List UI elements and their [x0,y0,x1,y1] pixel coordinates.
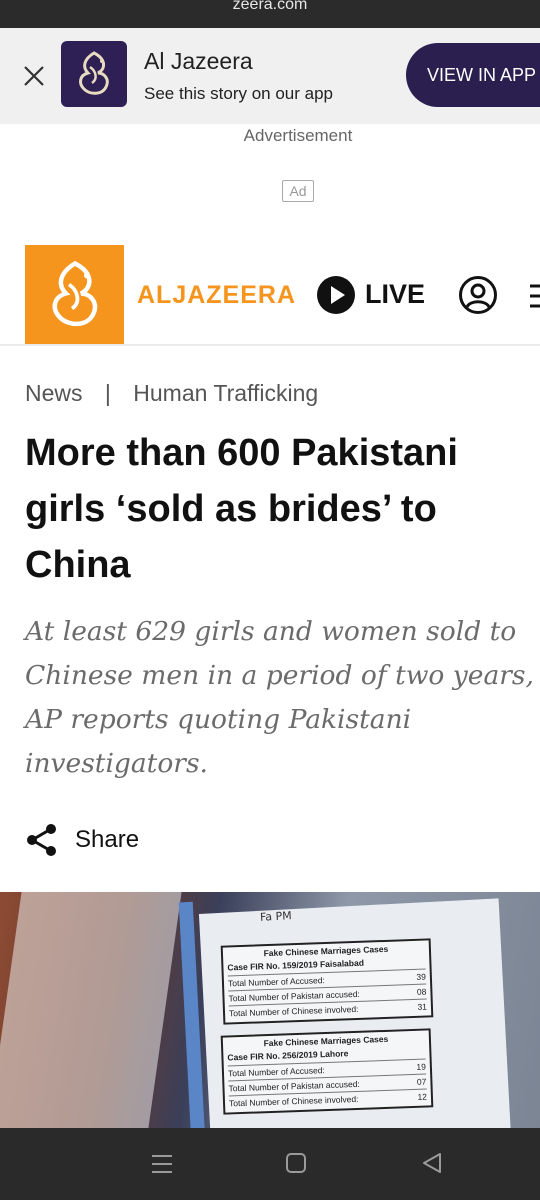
site-header: ALJAZEERA LIVE [0,245,540,346]
share-icon [27,824,56,856]
back-icon[interactable] [420,1151,444,1175]
case-row-label: Total Number of Chinese involved: [228,1003,359,1019]
case-table: Fake Chinese Marriages Cases Case FIR No… [220,1028,434,1115]
menu-icon[interactable] [528,281,540,311]
case-row-value: 39 [416,971,427,982]
breadcrumb: News | Human Trafficking [25,380,318,407]
photo-paper [0,892,182,1128]
share-button[interactable]: Share [25,820,139,860]
case-row-value: 07 [416,1076,427,1087]
breadcrumb-news[interactable]: News [25,380,83,406]
account-icon[interactable] [458,275,498,315]
url-text: zeera.com [232,0,308,13]
site-wordmark[interactable]: ALJAZEERA [137,281,296,310]
case-row-label: Total Number of Chinese involved: [228,1093,359,1109]
system-navigation-bar [0,1128,540,1200]
case-row-value: 31 [417,1001,428,1012]
close-icon[interactable] [20,62,48,90]
app-install-banner: Al Jazeera See this story on our app VIE… [0,28,540,124]
breadcrumb-human-trafficking[interactable]: Human Trafficking [133,380,318,406]
browser-url-bar[interactable]: zeera.com [0,0,540,28]
case-row-value: 12 [417,1091,428,1102]
article-photo[interactable]: Fa PM Fake Chinese Marriages Cases Case … [0,892,540,1128]
aljazeera-logo-icon[interactable] [25,245,124,344]
case-row-label: Total Number of Accused: [227,975,325,989]
advertisement-label: Advertisement [243,126,353,145]
article-standfirst: At least 629 girls and women sold to Chi… [25,616,534,779]
case-row-value: 19 [416,1061,427,1072]
share-label: Share [75,826,140,853]
case-row-value: 08 [416,986,427,997]
case-row-label: Total Number of Accused: [227,1065,325,1079]
recent-apps-icon[interactable] [150,1153,174,1175]
breadcrumb-separator: | [104,380,111,406]
banner-app-title: Al Jazeera [144,48,253,74]
home-icon[interactable] [285,1152,307,1174]
ad-badge[interactable]: Ad [282,180,314,202]
article-headline: More than 600 Pakistani girls ‘sold as b… [25,432,458,586]
aljazeera-logo-icon [61,41,127,107]
case-table: Fake Chinese Marriages Cases Case FIR No… [220,938,434,1025]
live-link[interactable]: LIVE [365,279,425,310]
play-circle-icon[interactable] [316,275,356,315]
photo-handwritten-note: Fa PM [259,909,293,924]
banner-app-subtitle: See this story on our app [144,84,334,103]
view-in-app-button[interactable]: VIEW IN APP [406,43,540,107]
